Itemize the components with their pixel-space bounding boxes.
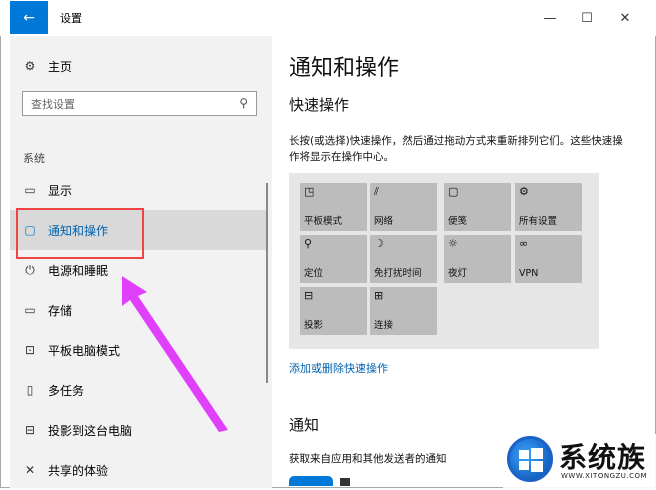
tablet-mode-icon: ◳ — [304, 185, 315, 198]
tile-all-settings[interactable]: ⚙ 所有设置 — [515, 183, 582, 231]
notifications-description: 获取来自应用和其他发送者的通知 — [289, 453, 447, 465]
watermark-url: WWW.XITONGZU.COM — [561, 472, 648, 480]
sun-icon: ☼ — [448, 237, 458, 250]
tile-vpn[interactable]: ∞ VPN — [515, 235, 582, 283]
quick-actions-heading: 快速操作 — [289, 96, 350, 114]
moon-icon: ☽ — [374, 237, 384, 250]
vpn-icon: ∞ — [519, 237, 529, 250]
quick-actions-grid: ◳ 平板模式 ⫽ 网络 ▢ 便笺 ⚙ 所有设置 ⚲ 定位 ☽ 免打扰时间 ☼ 夜灯 ∞ VPN … — [289, 173, 599, 349]
tile-connect[interactable]: ⊞ 连接 — [370, 287, 437, 335]
page-title: 通知和操作 — [289, 56, 400, 81]
tile-network[interactable]: ⫽ 网络 — [370, 183, 437, 231]
add-remove-quick-actions-link[interactable]: 添加或删除快速操作 — [289, 360, 388, 376]
toggle-knob — [340, 478, 350, 486]
quick-actions-description: 长按(或选择)快速操作，然后通过拖动方式来重新排列它们。这些快速操作将显示在操作… — [289, 135, 623, 163]
note-icon: ▢ — [448, 185, 459, 198]
connect-icon: ⊞ — [374, 289, 384, 302]
tile-project[interactable]: ⊟ 投影 — [300, 287, 367, 335]
network-icon: ⫽ — [374, 185, 379, 198]
notifications-toggle[interactable] — [289, 476, 333, 486]
tile-note[interactable]: ▢ 便笺 — [444, 183, 511, 231]
watermark-brand: 系统族 — [559, 441, 647, 474]
main-panel: 通知和操作 快速操作 长按(或选择)快速操作，然后通过拖动方式来重新排列它们。这… — [280, 36, 656, 488]
notifications-heading: 通知 — [289, 416, 320, 434]
windows-logo-icon — [507, 436, 553, 482]
tile-night-light[interactable]: ☼ 夜灯 — [444, 235, 511, 283]
tile-tablet-mode[interactable]: ◳ 平板模式 — [300, 183, 367, 231]
tile-location[interactable]: ⚲ 定位 — [300, 235, 367, 283]
watermark: 系统族 WWW.XITONGZU.COM — [503, 434, 656, 488]
location-icon: ⚲ — [304, 237, 313, 250]
project-icon: ⊟ — [304, 289, 314, 302]
tile-quiet-hours[interactable]: ☽ 免打扰时间 — [370, 235, 437, 283]
settings-icon: ⚙ — [519, 185, 529, 198]
